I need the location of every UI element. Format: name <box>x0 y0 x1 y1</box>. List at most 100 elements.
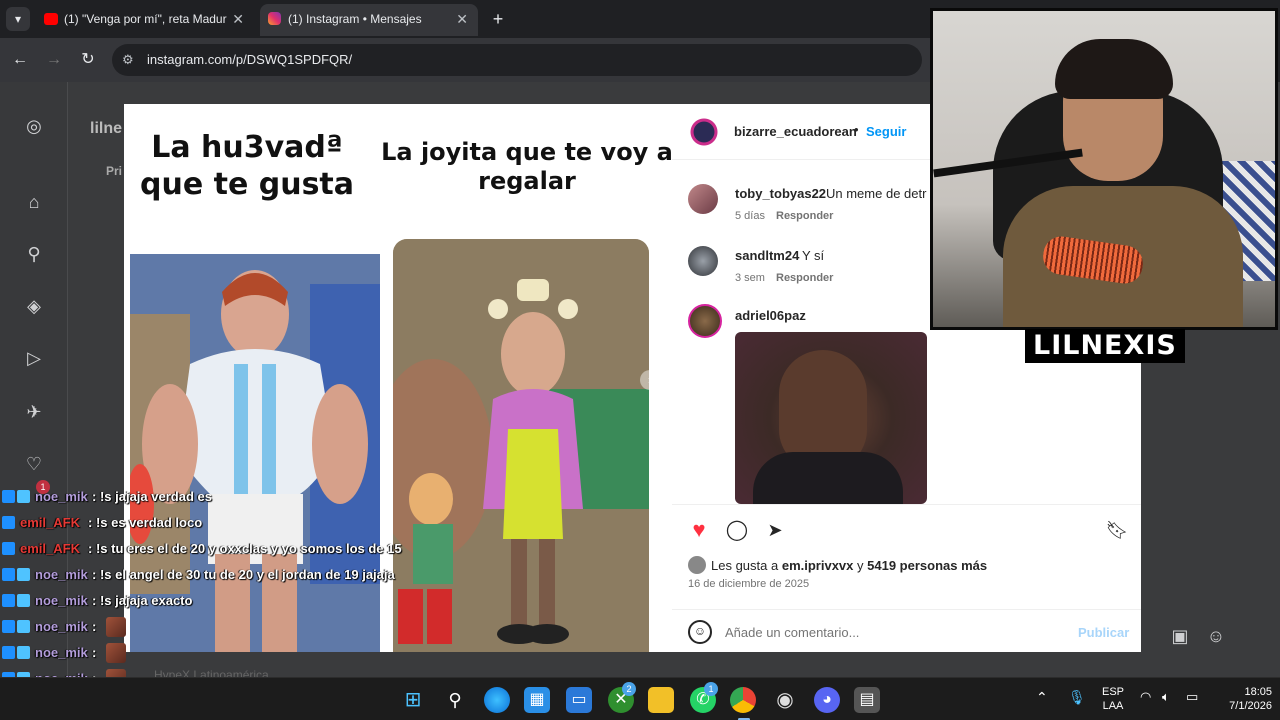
comment-time[interactable]: 3 sem <box>735 272 765 284</box>
reply-button[interactable]: Responder <box>776 210 833 222</box>
tab-search-chevron-icon[interactable]: ▾ <box>6 7 30 31</box>
like-heart-icon[interactable]: ♥ <box>686 517 712 543</box>
chat-badge-icon <box>2 646 15 659</box>
comment-gif[interactable] <box>735 332 927 504</box>
app-window-icon[interactable]: ▭ <box>566 687 592 713</box>
keyboard-layout: LAA <box>1102 700 1124 712</box>
close-tab-icon[interactable]: ✕ <box>456 4 468 34</box>
chat-badge-icon <box>17 490 30 503</box>
commenter-avatar[interactable] <box>688 304 722 338</box>
battery-icon[interactable]: ▭ <box>1186 690 1198 704</box>
separator-dot: • <box>854 122 859 137</box>
comment-input[interactable] <box>725 620 1055 644</box>
messages-icon[interactable]: ✈ <box>22 400 46 424</box>
instagram-favicon-icon <box>268 12 281 25</box>
reply-button[interactable]: Responder <box>776 272 833 284</box>
language-indicator[interactable]: ESP LAA <box>1098 685 1128 713</box>
home-icon[interactable]: ⌂ <box>22 190 46 214</box>
sticker-icon[interactable]: ☺ <box>1204 626 1228 647</box>
chat-message: : <box>92 645 97 660</box>
address-bar[interactable]: ⚙ instagram.com/p/DSWQ1SPDFQR/ <box>112 44 922 76</box>
edge-icon[interactable] <box>484 687 510 713</box>
gif-body <box>753 452 903 504</box>
obs-icon[interactable]: ◉ <box>772 687 798 713</box>
chat-badge-icon <box>17 646 30 659</box>
tab-youtube[interactable]: (1) "Venga por mí", reta Madur ✕ <box>36 4 254 36</box>
likes-text: Les gusta a em.iprivxvx y 5419 personas … <box>711 558 987 573</box>
chat-message: : !s jajaja exacto <box>92 593 193 608</box>
emoji-picker-icon[interactable]: ☺ <box>688 620 712 644</box>
microphone-icon[interactable]: 🎙︎ <box>1068 690 1086 704</box>
instagram-logo-icon[interactable]: ◎ <box>22 114 46 138</box>
tab-instagram[interactable]: (1) Instagram • Mensajes ✕ <box>260 4 478 36</box>
back-arrow-icon[interactable]: ← <box>8 48 32 72</box>
chat-message: : !s es verdad loco <box>88 515 203 530</box>
chat-username: noe_mik <box>35 567 88 582</box>
youtube-favicon-icon <box>44 13 58 25</box>
browser-toolbar: ← → ↻ ⚙ instagram.com/p/DSWQ1SPDFQR/ <box>0 38 930 82</box>
chat-username: emil_AFK <box>20 541 80 556</box>
xbox-badge: 2 <box>622 682 636 696</box>
liker-username[interactable]: em.iprivxvx <box>782 558 854 573</box>
reels-icon[interactable]: ▷ <box>22 346 46 370</box>
tab-title: (1) "Venga por mí", reta Madur <box>64 12 227 26</box>
comment-time[interactable]: 5 días <box>735 210 765 222</box>
author-username[interactable]: bizarre_ecuadorean <box>734 124 857 139</box>
comment-username[interactable]: adriel06paz <box>735 308 806 323</box>
reload-icon[interactable]: ↻ <box>76 48 100 72</box>
background-tab: Pri <box>106 164 123 178</box>
comment-username[interactable]: toby_tobyas22 <box>735 186 826 201</box>
search-icon[interactable]: ⚲ <box>22 242 46 266</box>
comment-bubble-icon[interactable]: ◯ <box>724 517 750 543</box>
post-actions: ♥ ◯ ➤ 🔖︎ <box>672 504 1141 552</box>
chat-badge-icon <box>2 568 15 581</box>
discord-icon[interactable]: ◕ <box>814 687 840 713</box>
comment-username[interactable]: sandltm24 <box>735 248 799 263</box>
share-send-icon[interactable]: ➤ <box>762 517 788 543</box>
taskbar-search-icon[interactable]: ⚲ <box>442 687 468 713</box>
app-icon[interactable]: ▤ <box>854 687 880 713</box>
comment-text: Un meme de detr <box>826 186 927 201</box>
likes-middle: y <box>857 558 864 573</box>
next-image-arrow-icon[interactable]: › <box>640 370 660 390</box>
chat-message: : !s jajaja verdad es <box>92 489 212 504</box>
clock[interactable]: 18:05 7/1/2026 <box>1212 685 1272 713</box>
store-icon[interactable]: ▦ <box>524 687 550 713</box>
chrome-icon[interactable] <box>730 687 756 713</box>
site-info-icon[interactable]: ⚙ <box>122 52 134 68</box>
forward-arrow-icon[interactable]: → <box>42 48 66 72</box>
image-icon[interactable]: ▣ <box>1168 626 1192 647</box>
notifications-heart-icon[interactable]: ♡ <box>22 452 46 476</box>
volume-icon[interactable]: 🔈︎ <box>1162 690 1170 704</box>
save-bookmark-icon[interactable]: 🔖︎ <box>1104 517 1130 543</box>
close-tab-icon[interactable]: ✕ <box>232 4 244 34</box>
browser-tab-strip: ▾ (1) "Venga por mí", reta Madur ✕ (1) I… <box>0 0 930 38</box>
webcam-overlay <box>930 8 1278 330</box>
chat-badge-icon <box>2 542 15 555</box>
publish-button[interactable]: Publicar <box>1078 625 1129 640</box>
likes-others[interactable]: 5419 personas más <box>867 558 987 573</box>
webcam-hair <box>1055 39 1173 99</box>
wifi-icon[interactable]: ◠ <box>1140 690 1151 704</box>
follow-button[interactable]: Seguir <box>866 124 906 139</box>
meme-caption-left: La hu3vadª que te gusta <box>139 130 355 202</box>
post-date: 16 de diciembre de 2025 <box>688 578 810 590</box>
commenter-avatar[interactable] <box>688 184 718 214</box>
file-explorer-icon[interactable] <box>648 687 674 713</box>
streamer-name-tag: LILNEXIS <box>1025 329 1185 363</box>
chat-username: noe_mik <box>35 619 88 634</box>
chat-emote-icon <box>106 617 126 637</box>
likes-prefix: Les gusta a <box>711 558 779 573</box>
url-text[interactable]: instagram.com/p/DSWQ1SPDFQR/ <box>147 52 352 67</box>
likes-summary[interactable]: Les gusta a em.iprivxvx y 5419 personas … <box>688 556 1128 574</box>
tab-title: (1) Instagram • Mensajes <box>288 12 422 26</box>
start-windows-icon[interactable]: ⊞ <box>400 687 426 713</box>
author-avatar[interactable] <box>686 114 722 150</box>
meme-caption-right: La joyita que te voy a regalar <box>381 138 672 196</box>
new-tab-plus-icon[interactable]: + <box>486 7 510 31</box>
commenter-avatar[interactable] <box>688 246 718 276</box>
liker-avatar <box>688 556 706 574</box>
tray-chevron-up-icon[interactable]: ⌃ <box>1036 690 1048 704</box>
chat-badge-icon <box>17 568 30 581</box>
explore-icon[interactable]: ◈ <box>22 294 46 318</box>
